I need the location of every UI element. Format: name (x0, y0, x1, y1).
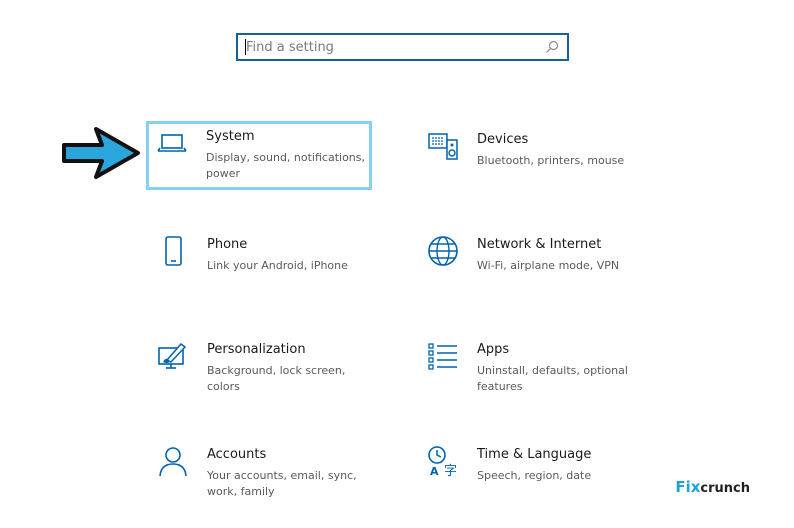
setting-title: Personalization (207, 342, 306, 357)
setting-description: Bluetooth, printers, mouse (477, 154, 625, 167)
setting-title: Apps (477, 342, 510, 357)
setting-tile-devices[interactable]: Devices Bluetooth, printers, mouse (417, 124, 647, 194)
person-icon (159, 447, 187, 477)
setting-description: Background, lock screen, colors (207, 364, 346, 393)
brand-watermark: Fixcrunch (675, 477, 750, 496)
laptop-icon (157, 134, 187, 152)
setting-description: Speech, region, date (477, 469, 592, 482)
setting-tile-phone[interactable]: Phone Link your Android, iPhone (147, 229, 377, 299)
setting-title: Devices (477, 132, 529, 147)
setting-tile-network[interactable]: Network & Internet Wi-Fi, airplane mode,… (417, 229, 647, 299)
setting-description: Uninstall, defaults, optional features (477, 364, 628, 393)
setting-tile-accounts[interactable]: Accounts Your accounts, email, sync, wor… (147, 439, 377, 509)
setting-tile-system[interactable]: System Display, sound, notifications, po… (146, 121, 372, 190)
setting-title: Network & Internet (477, 237, 602, 252)
time-language-icon: A 字 (428, 446, 457, 477)
setting-description: Display, sound, notifications, power (206, 151, 366, 180)
globe-icon (428, 236, 458, 266)
devices-icon (428, 133, 458, 160)
settings-home: System Display, sound, notifications, po… (0, 0, 794, 528)
svg-text:A: A (430, 465, 439, 477)
pointer-arrow-icon (62, 127, 140, 179)
search-input[interactable] (246, 38, 536, 56)
setting-title: System (206, 129, 255, 144)
brand-part-1: Fix (675, 478, 701, 496)
setting-title: Accounts (207, 447, 267, 462)
phone-icon (165, 236, 182, 266)
setting-description: Your accounts, email, sync, work, family (207, 469, 357, 498)
setting-tile-personalization[interactable]: Personalization Background, lock screen,… (147, 334, 377, 404)
brand-part-2: crunch (700, 481, 750, 496)
paint-monitor-icon (158, 342, 187, 369)
setting-description: Wi-Fi, airplane mode, VPN (477, 259, 620, 272)
search-icon[interactable] (545, 40, 559, 54)
search-box[interactable] (236, 33, 569, 61)
setting-tile-time-language[interactable]: A 字 Time & Language Speech, region, date (417, 439, 647, 509)
setting-tile-apps[interactable]: Apps Uninstall, defaults, optional featu… (417, 334, 647, 404)
svg-text:字: 字 (444, 464, 457, 477)
apps-list-icon (428, 343, 457, 370)
setting-title: Time & Language (477, 447, 592, 462)
setting-title: Phone (207, 237, 248, 252)
setting-description: Link your Android, iPhone (207, 259, 348, 272)
